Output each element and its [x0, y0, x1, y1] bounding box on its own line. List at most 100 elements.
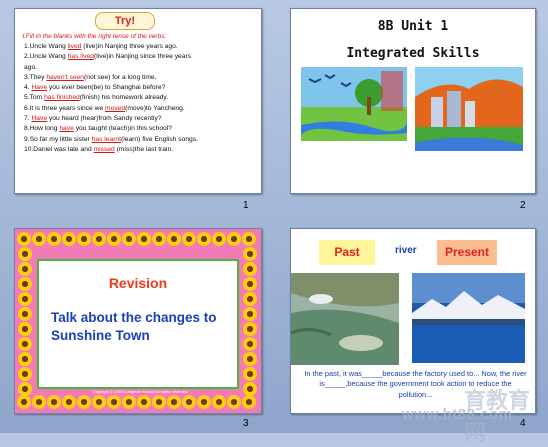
- exercise-line: 8.How long have you taught (teach)in thi…: [24, 124, 256, 134]
- exercise-line: 5.Tom has finished(finish) his homework …: [24, 93, 256, 103]
- exercise-text: 6.It is three years since we: [24, 104, 106, 112]
- skills-title: Integrated Skills: [346, 46, 480, 61]
- sunflower-icon: [243, 277, 257, 291]
- sunflower-icon: [243, 292, 257, 306]
- sunflower-icon: [77, 232, 91, 246]
- sunflower-icon: [152, 395, 166, 409]
- clean-river-photo: [412, 273, 525, 363]
- river-landscape-picture: [301, 67, 407, 141]
- sunflower-icon: [212, 232, 226, 246]
- watermark-url: www.ht88.com: [402, 406, 513, 423]
- revision-panel: Revision Talk about the changes to Sunsh…: [37, 259, 239, 389]
- sunflower-icon: [18, 382, 32, 396]
- sunflower-icon: [137, 395, 151, 409]
- sunflower-icon: [18, 352, 32, 366]
- sunflower-icon: [32, 232, 46, 246]
- sunflower-icon: [18, 262, 32, 276]
- sunflower-icon: [242, 232, 256, 246]
- revision-heading: Revision: [108, 275, 168, 291]
- slide-number-2: 2: [520, 200, 526, 211]
- exercise-text: (live)in Nanjing three years ago.: [81, 43, 178, 50]
- exercise-answer: have: [59, 125, 74, 133]
- exercise-text: 10.Daniel was late and: [24, 145, 94, 153]
- sunflower-icon: [17, 395, 31, 409]
- sunflower-icon: [243, 337, 257, 351]
- sunflower-icon: [243, 352, 257, 366]
- exercise-text: (finish) his homework already.: [79, 94, 169, 102]
- exercise-text: 9.So far my little sister: [24, 135, 92, 143]
- sunflower-icon: [47, 395, 61, 409]
- sunflower-icon: [243, 367, 257, 381]
- exercise-line: 9.So far my little sister has learnt(lea…: [24, 135, 256, 145]
- sunflower-icon: [17, 232, 31, 246]
- exercise-text: 1.Uncle Wang: [24, 43, 68, 50]
- exercise-text: (miss)the last train.: [114, 145, 174, 153]
- sunflower-icon: [122, 232, 136, 246]
- instruction-text: Ⅰ.Fill in the blanks with the right tens…: [22, 33, 167, 40]
- exercise-answer: lived: [67, 43, 82, 50]
- slide-thumbnail-2[interactable]: 8B Unit 1 Integrated Skills: [290, 8, 536, 194]
- exercise-text: (not see) for a long time.: [84, 73, 157, 81]
- exercise-line: 10.Daniel was late and missed (miss)the …: [24, 145, 256, 155]
- sunflower-icon: [18, 337, 32, 351]
- exercise-answer: has finished: [44, 94, 80, 102]
- polluted-river-photo: [291, 273, 399, 365]
- sunflower-icon: [107, 232, 121, 246]
- sunflower-icon: [227, 395, 241, 409]
- sunflower-icon: [243, 262, 257, 276]
- slide-number-3: 3: [243, 418, 249, 429]
- copyright-text: Copyright © 2009 Longman School All righ…: [91, 389, 189, 394]
- past-label: Past: [319, 240, 375, 265]
- exercise-answer: has lived: [67, 53, 95, 61]
- sunflower-icon: [197, 232, 211, 246]
- exercise-answer: Have: [31, 84, 48, 92]
- exercise-line: 7. Have you heard (hear)from Sandy recen…: [24, 114, 256, 124]
- sunflower-icon: [212, 395, 226, 409]
- sunflower-icon: [18, 247, 32, 261]
- sunflower-icon: [243, 322, 257, 336]
- slide-thumbnail-3[interactable]: Revision Talk about the changes to Sunsh…: [14, 228, 262, 414]
- sunflower-icon: [77, 395, 91, 409]
- sunflower-icon: [242, 395, 256, 409]
- exercise-text: 2.Uncle Wang: [24, 53, 68, 61]
- sunflower-icon: [167, 395, 181, 409]
- sunflower-icon: [197, 395, 211, 409]
- sunflower-icon: [167, 232, 181, 246]
- sunflower-icon: [32, 395, 46, 409]
- exercise-line: 6.It is three years since we moved(move)…: [24, 104, 256, 114]
- exercise-text: 3.They: [24, 73, 47, 81]
- sunflower-icon: [18, 292, 32, 306]
- exercise-line: 3.They haven't seen(not see) for a long …: [24, 73, 256, 83]
- slide-number-1: 1: [243, 200, 249, 211]
- exercise-line: 1.Uncle Wang lived (live)in Nanjing thre…: [24, 42, 256, 52]
- slide-thumbnail-1[interactable]: Try! Ⅰ.Fill in the blanks with the right…: [14, 8, 262, 194]
- exercise-list: 1.Uncle Wang lived (live)in Nanjing thre…: [24, 42, 256, 155]
- exercise-text: you taught (teach)in this school?: [73, 125, 172, 133]
- sunflower-icon: [62, 395, 76, 409]
- town-picture: [415, 67, 523, 151]
- sunflower-icon: [62, 232, 76, 246]
- exercise-line: 4. Have you ever been(be) to Shanghai be…: [24, 83, 256, 93]
- sunflower-icon: [18, 307, 32, 321]
- exercise-text: you heard (hear)from Sandy recently?: [47, 115, 162, 123]
- exercise-text: (live)in Nanjing since three years: [94, 53, 192, 61]
- sunflower-icon: [47, 232, 61, 246]
- exercise-text: ago.: [24, 63, 38, 71]
- exercise-text: 8.How long: [24, 125, 60, 133]
- sunflower-icon: [92, 395, 106, 409]
- sunflower-icon: [18, 322, 32, 336]
- sunflower-icon: [243, 307, 257, 321]
- sunflower-icon: [18, 367, 32, 381]
- river-label: river: [395, 245, 417, 256]
- exercise-text: 5.Tom: [24, 94, 45, 102]
- exercise-answer: has learnt: [91, 135, 122, 143]
- sunflower-icon: [243, 382, 257, 396]
- exercise-answer: missed: [93, 145, 115, 153]
- exercise-line: ago.: [24, 63, 256, 73]
- present-label: Present: [437, 240, 497, 265]
- sunflower-icon: [227, 232, 241, 246]
- revision-subtitle: Talk about the changes to Sunshine Town: [51, 310, 217, 343]
- sunflower-icon: [18, 277, 32, 291]
- sunflower-icon: [182, 395, 196, 409]
- sunflower-icon: [152, 232, 166, 246]
